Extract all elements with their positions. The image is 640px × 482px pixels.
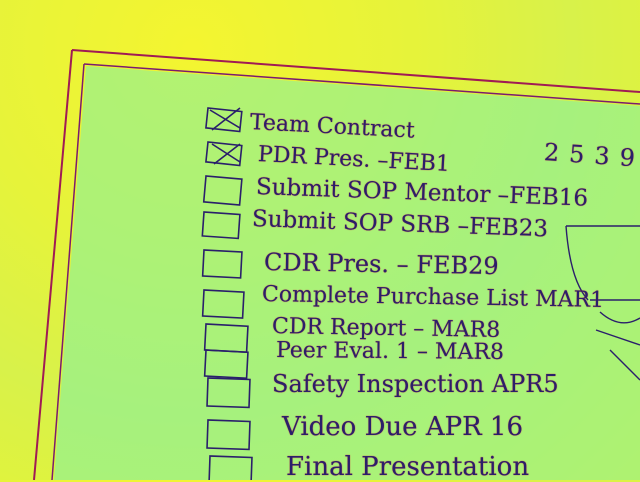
side-number: 2539 (543, 138, 640, 174)
list-item: Peer Eval. 1 – MAR8 (275, 338, 505, 365)
list-item: PDR Pres. –FEB1 (257, 142, 451, 178)
list-item: Submit SOP Mentor –FEB16 (255, 174, 589, 212)
whiteboard-photo: 2539 Team Contract PDR Pres. –FEB1 Submi… (0, 0, 640, 482)
list-item: CDR Pres. – FEB29 (263, 248, 499, 281)
list-item: Safety Inspection APR5 (272, 370, 559, 398)
list-item: Team Contract (249, 110, 416, 144)
list-item: Video Due APR 16 (282, 412, 524, 442)
list-item: Final Presentation (286, 452, 530, 482)
list-item: Complete Purchase List MAR1 (261, 282, 605, 313)
list-item: Submit SOP SRB –FEB23 (251, 206, 549, 243)
